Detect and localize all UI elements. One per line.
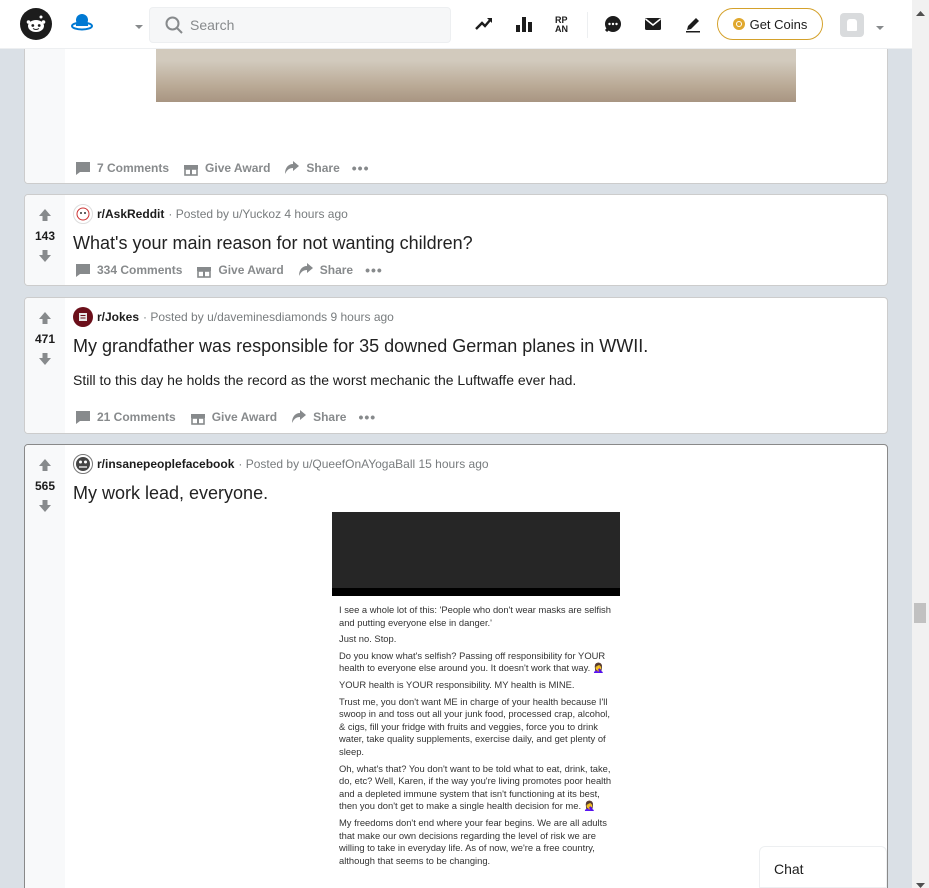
image-divider-bar <box>332 588 620 596</box>
popular-icon[interactable] <box>473 13 495 35</box>
subreddit-link[interactable]: r/AskReddit <box>97 207 164 221</box>
top-navbar: Search RP AN Get Coins <box>0 0 912 49</box>
subreddit-link[interactable]: r/insanepeoplefacebook <box>97 457 234 471</box>
search-input[interactable]: Search <box>149 7 451 43</box>
upvote-arrow-icon[interactable] <box>37 207 53 223</box>
scrollbar-thumb[interactable] <box>914 603 926 623</box>
get-coins-button[interactable]: Get Coins <box>717 8 823 40</box>
comments-button[interactable]: 7 Comments <box>73 156 173 180</box>
home-dropdown[interactable] <box>70 12 150 38</box>
vote-column: 143 <box>25 195 65 285</box>
share-button[interactable]: Share <box>289 405 350 429</box>
create-post-icon[interactable] <box>682 13 704 35</box>
posted-by: · Posted by u/daveminesdiamonds 9 hours … <box>143 310 394 324</box>
image-text: I see a whole lot of this: 'People who d… <box>339 604 612 866</box>
downvote-arrow-icon[interactable] <box>37 248 53 264</box>
more-options-button[interactable]: ••• <box>352 160 370 176</box>
more-options-button[interactable]: ••• <box>365 262 383 278</box>
get-coins-label: Get Coins <box>749 16 808 32</box>
post-card[interactable]: 143 r/AskReddit · Posted by u/Yuckoz 4 h… <box>24 194 888 286</box>
post-title[interactable]: What's your main reason for not wanting … <box>73 233 473 254</box>
give-award-button[interactable]: Give Award <box>181 156 274 180</box>
vote-score: 143 <box>34 229 56 243</box>
search-icon <box>164 15 184 40</box>
vote-score: 565 <box>34 479 56 493</box>
downvote-arrow-icon[interactable] <box>37 351 53 367</box>
reddit-logo[interactable] <box>20 8 52 40</box>
subreddit-icon[interactable] <box>73 204 93 224</box>
comments-button[interactable]: 334 Comments <box>73 258 186 282</box>
posted-by: · Posted by u/Yuckoz 4 hours ago <box>168 207 348 221</box>
share-button[interactable]: Share <box>296 258 357 282</box>
share-icon <box>285 161 300 174</box>
give-award-button[interactable]: Give Award <box>194 258 287 282</box>
header-divider <box>587 12 588 38</box>
comment-icon <box>76 264 90 277</box>
vote-column: 471 <box>25 298 65 433</box>
user-menu-chevron-down-icon[interactable] <box>875 20 885 38</box>
share-icon <box>298 263 313 276</box>
mail-icon[interactable] <box>642 13 664 35</box>
subreddit-icon[interactable] <box>73 307 93 327</box>
comment-icon <box>76 162 90 175</box>
vote-column: 565 <box>25 445 65 888</box>
upvote-arrow-icon[interactable] <box>37 310 53 326</box>
chat-button[interactable]: Chat <box>759 846 887 888</box>
search-placeholder: Search <box>190 17 235 33</box>
subreddit-link[interactable]: r/Jokes <box>97 310 139 324</box>
post-image[interactable]: I see a whole lot of this: 'People who d… <box>332 512 620 888</box>
post-title[interactable]: My work lead, everyone. <box>73 483 268 504</box>
more-options-button[interactable]: ••• <box>358 409 376 425</box>
upvote-arrow-icon[interactable] <box>37 457 53 473</box>
comments-button[interactable]: 21 Comments <box>73 405 180 429</box>
post-body: Still to this day he holds the record as… <box>73 372 577 388</box>
coin-icon <box>732 18 745 30</box>
scrollbar[interactable] <box>912 0 929 888</box>
comment-icon <box>76 411 90 424</box>
image-dark-header <box>332 512 620 588</box>
chat-icon[interactable] <box>602 13 624 35</box>
scroll-up-arrow-icon[interactable] <box>916 4 925 22</box>
post-actions: 21 Comments Give Award Share ••• <box>73 405 376 429</box>
share-icon <box>292 410 307 423</box>
svg-text:AN: AN <box>555 24 568 34</box>
rpan-icon[interactable]: RP AN <box>553 13 575 35</box>
share-button[interactable]: Share <box>282 156 343 180</box>
post-card[interactable]: 565 r/insanepeoplefacebook · Posted by u… <box>24 444 888 888</box>
give-award-button[interactable]: Give Award <box>188 405 281 429</box>
post-title[interactable]: My grandfather was responsible for 35 do… <box>73 336 648 357</box>
gift-icon <box>190 414 205 425</box>
post-meta: r/insanepeoplefacebook · Posted by u/Que… <box>73 454 489 474</box>
post-card[interactable]: 471 r/Jokes · Posted by u/daveminesdiamo… <box>24 297 888 434</box>
chat-label: Chat <box>774 861 804 877</box>
post-meta: r/Jokes · Posted by u/daveminesdiamonds … <box>73 307 394 327</box>
gift-icon <box>197 267 212 278</box>
chevron-down-icon <box>134 19 144 37</box>
post-meta: r/AskReddit · Posted by u/Yuckoz 4 hours… <box>73 204 348 224</box>
downvote-arrow-icon[interactable] <box>37 498 53 514</box>
scroll-down-arrow-icon[interactable] <box>916 876 925 888</box>
post-actions: 7 Comments Give Award Share ••• <box>73 156 369 180</box>
home-icon <box>70 10 96 41</box>
leaderboard-icon[interactable] <box>513 13 535 35</box>
gift-icon <box>184 165 199 176</box>
user-avatar[interactable] <box>840 13 864 37</box>
post-actions: 334 Comments Give Award Share ••• <box>73 258 383 282</box>
vote-score: 471 <box>34 332 56 346</box>
subreddit-icon[interactable] <box>73 454 93 474</box>
posted-by: · Posted by u/QueefOnAYogaBall 15 hours … <box>238 457 489 471</box>
